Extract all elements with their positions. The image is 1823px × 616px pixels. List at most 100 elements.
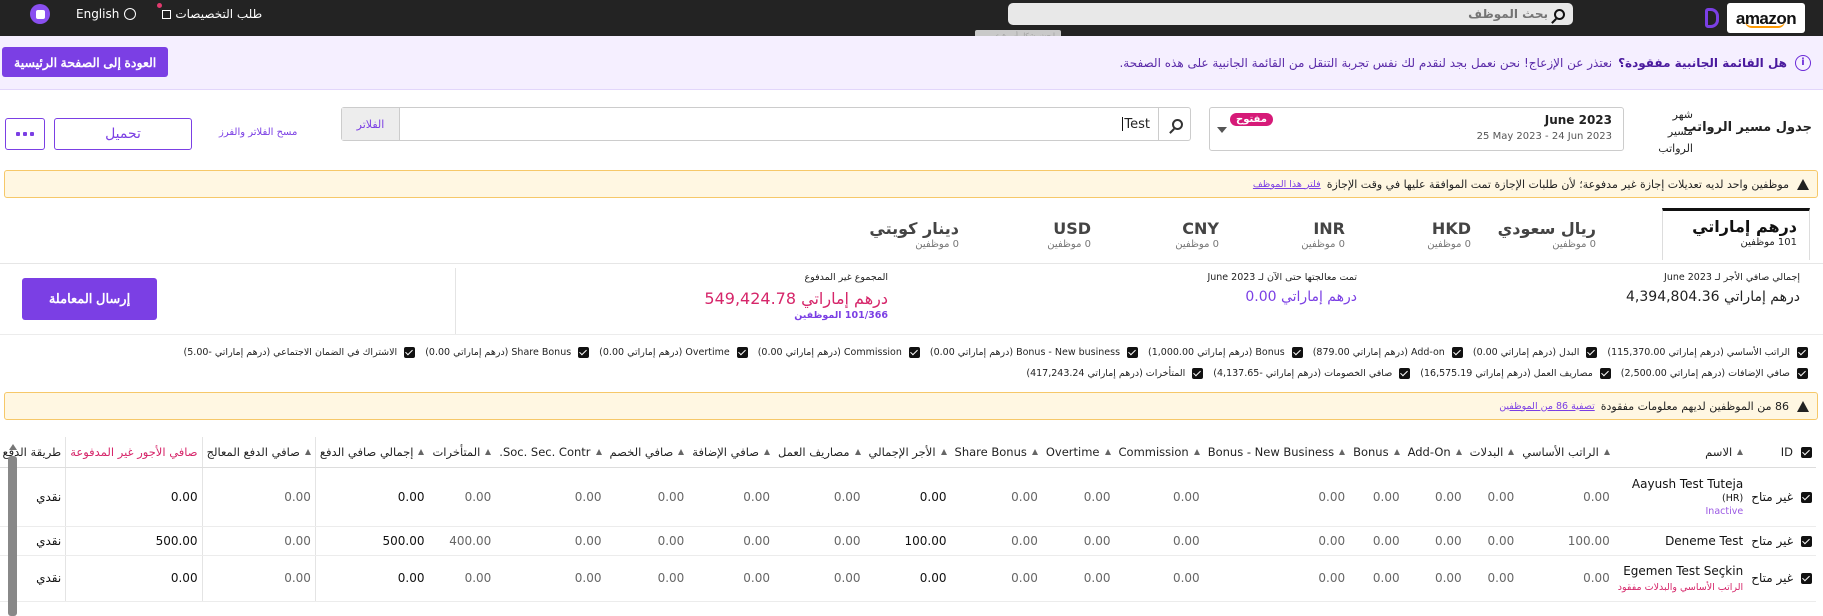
sort-icon [1339, 449, 1346, 456]
toggle-allowance[interactable]: البدل (درهم إماراتي 0.00) [1473, 347, 1598, 358]
submit-transaction-button[interactable]: إرسال المعاملة [22, 278, 157, 320]
chat-button[interactable] [30, 4, 50, 24]
header-unpaid-net-pay[interactable]: صافي الأجور غير المدفوعة [65, 437, 203, 468]
checkbox-checked-icon[interactable] [1801, 446, 1812, 458]
row-id[interactable]: غير متاح [1747, 526, 1816, 556]
header-net-deduction[interactable]: صافي الخصم [605, 437, 689, 468]
tab-kwd[interactable]: دينار كويتي 0 موظفين [821, 213, 971, 259]
checkbox-checked-icon[interactable] [1801, 573, 1812, 584]
employee-search[interactable] [1008, 3, 1573, 25]
payroll-month-select[interactable]: June 2023 25 May 2023 - 24 Jun 2023 مفتو… [1209, 107, 1624, 151]
cell-unpaid-net-pay: 0.00 [65, 555, 203, 602]
back-home-button[interactable]: العودة إلى الصفحة الرئيسية [2, 47, 169, 77]
header-processed-net-pay[interactable]: صافي الدفع المعالج [201, 437, 316, 468]
cell-commission: 0.00 [1114, 526, 1204, 556]
header-overtime[interactable]: Overtime [1041, 437, 1115, 468]
scroll-up-icon[interactable] [9, 444, 17, 450]
header-add-on[interactable]: Add-On [1403, 437, 1466, 468]
cell-bonus-new-business: 0.00 [1203, 555, 1350, 602]
cell-overtime: 0.00 [1041, 555, 1115, 602]
cell-add-on: 0.00 [1403, 555, 1466, 602]
header-arrears[interactable]: المتأخرات [428, 437, 496, 468]
header-id[interactable]: ID [1747, 437, 1816, 468]
header-bonus[interactable]: Bonus [1349, 437, 1404, 468]
sort-icon [1737, 449, 1744, 456]
tab-usd[interactable]: USD 0 موظفين [979, 213, 1103, 259]
cell-arrears: 0.00 [428, 555, 496, 602]
language-switcher[interactable]: English [76, 7, 137, 21]
table-row[interactable]: غير متاح Egemen Test Seçkin الراتب الأساس… [0, 555, 1816, 602]
chat-icon [35, 9, 45, 19]
toggle-bonus-new-business[interactable]: Bonus - New business (درهم إماراتي 0.00) [930, 347, 1139, 358]
table-scrollbar[interactable] [8, 456, 17, 616]
cell-unpaid-net-pay: 0.00 [65, 467, 203, 527]
table-row[interactable]: غير متاح Deneme Test 100.00 0.00 0.00 0.… [0, 526, 1816, 556]
employee-search-input[interactable] [1348, 7, 1548, 21]
clear-filters-link[interactable]: مسح الفلاتر والفرز [219, 127, 297, 138]
header-net-addition[interactable]: صافي الإضافة [688, 437, 774, 468]
toggle-share-bonus[interactable]: Share Bonus (درهم إماراتي 0.00) [425, 347, 590, 358]
checkbox-checked-icon[interactable] [1801, 491, 1812, 503]
filters-button[interactable]: الفلاتر [342, 108, 400, 140]
header-work-expenses[interactable]: مصاريف العمل [773, 437, 865, 468]
cell-processed-net-pay: 0.00 [201, 467, 316, 527]
filter-search-button[interactable] [1158, 108, 1190, 140]
header-soc-sec[interactable]: Soc. Sec. Contr. [495, 437, 606, 468]
tab-inr[interactable]: INR 0 موظفين [1233, 213, 1357, 259]
toggle-net-additions[interactable]: صافي الإضافات (درهم إماراتي 2,500.00) [1621, 368, 1808, 379]
sort-icon [485, 449, 492, 456]
filter-employee-link[interactable]: فلتر هذا الموظف [1253, 179, 1321, 190]
cell-processed-net-pay: 0.00 [201, 526, 316, 556]
tab-aed[interactable]: درهم إماراتي 101 موظفين [1662, 208, 1810, 260]
row-id[interactable]: غير متاح [1747, 555, 1816, 602]
header-name[interactable]: الاسم [1613, 437, 1748, 468]
header-total-net-pay[interactable]: إجمالي صافي الدفع [314, 437, 429, 468]
cell-total-net-pay: 0.00 [314, 467, 429, 527]
tab-sar[interactable]: ريال سعودي 0 موظفين [1484, 213, 1608, 259]
toggle-basic-salary[interactable]: الراتب الأساسي (درهم إماراتي 115,370.00) [1607, 347, 1808, 358]
row-employee[interactable]: Aayush Test Tuteja (HR) Inactive [1613, 467, 1748, 527]
filter-missing-employees-link[interactable]: تصفية 86 من الموظفين [1499, 401, 1595, 412]
header-share-bonus[interactable]: Share Bonus [950, 437, 1042, 468]
toggle-overtime[interactable]: Overtime (درهم إماراتي 0.00) [599, 347, 748, 358]
toggle-arrears[interactable]: المتأخرات (درهم إماراتي 417,243.24) [1026, 368, 1204, 379]
sort-icon [1603, 449, 1610, 456]
notice-title: هل القائمة الجانبية مفقودة؟ [1618, 55, 1787, 70]
table-header-row: ID الاسم الراتب الأساسي البدلات Add-On B… [0, 437, 1816, 468]
row-id[interactable]: غير متاح [1747, 467, 1816, 527]
tab-hkd[interactable]: HKD 0 موظفين [1359, 213, 1483, 259]
checkbox-checked-icon [1451, 347, 1463, 358]
month-range: 25 May 2023 - 24 Jun 2023 [1476, 131, 1612, 142]
cell-bonus: 0.00 [1349, 555, 1404, 602]
checkbox-checked-icon [1586, 347, 1598, 358]
more-options-button[interactable] [5, 118, 45, 150]
upload-button[interactable]: تحميل [54, 118, 192, 150]
cell-arrears: 0.00 [428, 467, 496, 527]
language-label: English [76, 7, 120, 21]
tab-cny[interactable]: CNY 0 موظفين [1107, 213, 1231, 259]
row-employee[interactable]: Deneme Test [1613, 526, 1748, 556]
cell-net-deduction: 0.00 [605, 467, 689, 527]
toggle-bonus[interactable]: Bonus (درهم إماراتي 1,000.00) [1148, 347, 1303, 358]
toggle-commission[interactable]: Commission (درهم إماراتي 0.00) [758, 347, 920, 358]
header-allowances[interactable]: البدلات [1465, 437, 1519, 468]
request-allowances-link[interactable]: طلب التخصيصات [157, 3, 262, 21]
header-gross-pay[interactable]: الأجر الإجمالي [864, 437, 951, 468]
sort-icon [1508, 449, 1515, 456]
table-row[interactable]: غير متاح Aayush Test Tuteja (HR) Inactive … [0, 467, 1816, 527]
cell-commission: 0.00 [1114, 555, 1204, 602]
status-badge: مفتوح [1230, 113, 1273, 126]
filter-search-input[interactable]: Test [400, 108, 1158, 140]
toggle-net-deductions[interactable]: صافي الخصومات (درهم إماراتي -4,137.65) [1213, 368, 1411, 379]
toggle-social-security[interactable]: الاشتراك في الضمان الاجتماعي (درهم إمارا… [184, 347, 416, 358]
globe-icon [124, 8, 137, 20]
checkbox-checked-icon[interactable] [1801, 535, 1812, 547]
toggle-add-on[interactable]: Add-on (درهم إماراتي 879.00) [1313, 347, 1463, 358]
header-basic-salary[interactable]: الراتب الأساسي [1518, 437, 1614, 468]
cell-share-bonus: 0.00 [950, 467, 1042, 527]
toggle-work-expenses[interactable]: مصاريف العمل (درهم إماراتي 16,575.19) [1420, 368, 1611, 379]
header-commission[interactable]: Commission [1114, 437, 1204, 468]
row-employee[interactable]: Egemen Test Seçkin الراتب الأساسي والبدلا… [1613, 555, 1748, 602]
header-bonus-new-business[interactable]: Bonus - New Business [1203, 437, 1350, 468]
sort-icon [763, 449, 770, 456]
